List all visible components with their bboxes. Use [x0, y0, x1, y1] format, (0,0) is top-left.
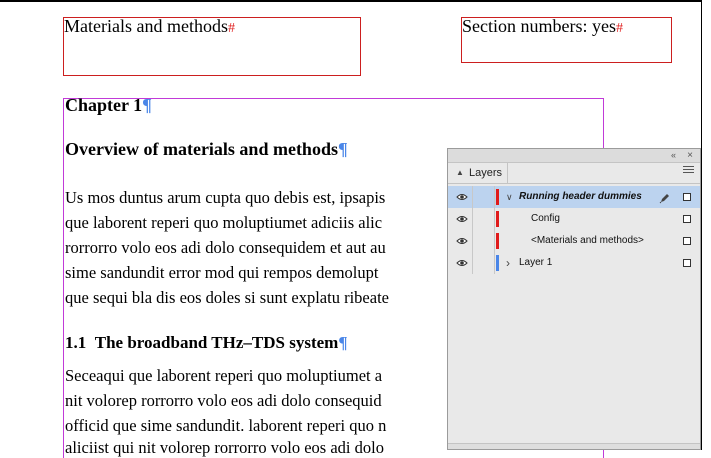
- collapse-panel-icon[interactable]: «: [671, 149, 676, 162]
- body-line: Seceaqui que laborent reperi quo molupti…: [65, 366, 383, 385]
- column-divider: [494, 186, 495, 208]
- tab-stepper-icon: ▲: [456, 168, 464, 177]
- layer-row-running-header-dummies[interactable]: ∨ Running header dummies: [448, 186, 700, 208]
- select-square-icon[interactable]: [683, 193, 691, 201]
- layer-row-config[interactable]: Config: [448, 208, 700, 230]
- tab-layers-label: Layers: [469, 167, 503, 179]
- overview-heading: Overview of materials and methods¶: [65, 139, 348, 160]
- panel-title-bar[interactable]: « ×: [448, 149, 700, 163]
- pilcrow-mark: ¶: [142, 95, 152, 115]
- layer-color-swatch: [496, 211, 499, 227]
- column-divider: [494, 208, 495, 230]
- column-divider: [472, 230, 473, 252]
- body-line: Us mos duntus arum cupta quo debis est, …: [65, 188, 386, 207]
- select-square-icon[interactable]: [683, 259, 691, 267]
- layer-row-layer-1[interactable]: › Layer 1: [448, 252, 700, 274]
- layer-label: Layer 1: [519, 257, 553, 268]
- layer-label: Config: [531, 213, 560, 224]
- body-line: officid que sime sandundit. laborent rep…: [65, 416, 387, 435]
- page-top-edge: [0, 0, 702, 2]
- layer-color-swatch: [496, 255, 499, 271]
- chapter-heading: Chapter 1¶: [65, 95, 152, 116]
- body-line: rorrorro volo eos adi dolo consequidem e…: [65, 238, 386, 257]
- layers-list: ∨ Running header dummies Config <Materia…: [448, 186, 700, 274]
- eye-icon[interactable]: [456, 230, 468, 252]
- section-number: 1.1: [65, 333, 87, 352]
- section-title: The broadband THz–TDS system: [94, 333, 339, 352]
- panel-footer: [448, 443, 700, 449]
- close-panel-icon[interactable]: ×: [687, 149, 693, 162]
- body-line: que laborent reperi quo moluptiumet adic…: [65, 213, 383, 232]
- section-heading: 1.1 The broadband THz–TDS system¶: [65, 333, 348, 353]
- pilcrow-mark: ¶: [338, 333, 348, 352]
- layer-color-swatch: [496, 233, 499, 249]
- tab-divider: [448, 183, 700, 184]
- panel-menu-icon[interactable]: [683, 166, 694, 176]
- chapter-label: Chapter 1: [65, 95, 143, 115]
- end-of-story-mark: #: [615, 21, 623, 36]
- column-divider: [472, 252, 473, 274]
- layer-label: Running header dummies: [519, 191, 642, 202]
- header-frame-materials-text: Materials and methods#: [64, 16, 235, 39]
- column-divider: [494, 230, 495, 252]
- eye-icon[interactable]: [456, 186, 468, 208]
- column-divider: [494, 252, 495, 274]
- header-text: Section numbers: yes: [462, 16, 616, 36]
- column-divider: [472, 208, 473, 230]
- header-frame-section-text: Section numbers: yes#: [462, 16, 623, 39]
- layer-color-swatch: [496, 189, 499, 205]
- layer-label: <Materials and methods>: [531, 235, 644, 246]
- eye-icon[interactable]: [456, 252, 468, 274]
- column-divider: [472, 186, 473, 208]
- end-of-story-mark: #: [227, 21, 235, 36]
- select-square-icon[interactable]: [683, 215, 691, 223]
- layer-row-materials-and-methods[interactable]: <Materials and methods>: [448, 230, 700, 252]
- tab-layers[interactable]: ▲ Layers: [449, 163, 508, 183]
- chevron-down-icon[interactable]: ∨: [506, 186, 513, 208]
- eye-icon[interactable]: [456, 208, 468, 230]
- body-line: sime sandundit error mod qui rempos demo…: [65, 263, 379, 282]
- select-square-icon[interactable]: [683, 237, 691, 245]
- layers-panel: « × ▲ Layers ∨ Running header dummies Co…: [447, 148, 701, 450]
- pilcrow-mark: ¶: [337, 139, 348, 159]
- body-line: aliciist qui nit volorep rorrorro volo e…: [65, 438, 384, 457]
- body-line: que sequi bla dis eos doles si sunt expl…: [65, 288, 389, 307]
- header-text: Materials and methods: [64, 16, 228, 36]
- overview-label: Overview of materials and methods: [65, 139, 338, 159]
- body-line: nit volorep rorrorro volo eos adi dolo c…: [65, 391, 382, 410]
- chevron-right-icon[interactable]: ›: [506, 252, 510, 274]
